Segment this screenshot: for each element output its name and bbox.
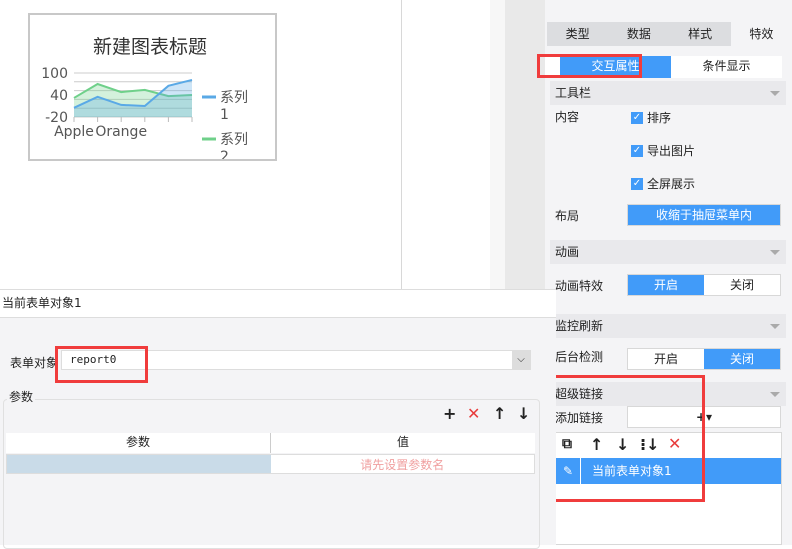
- highlight-box: [55, 346, 148, 383]
- monitor-off[interactable]: 关闭: [704, 349, 780, 369]
- move-down-icon[interactable]: ↓: [517, 404, 530, 423]
- tab-style[interactable]: 样式: [670, 22, 731, 46]
- monitor-on[interactable]: 开启: [628, 349, 704, 369]
- collapse-icon: [770, 324, 780, 329]
- chevron-down-icon[interactable]: ⌵: [512, 351, 530, 369]
- section-animation[interactable]: 动画: [550, 240, 786, 264]
- column-param: 参数: [6, 433, 271, 453]
- legend-label-cont: 2: [220, 149, 229, 159]
- animation-on[interactable]: 开启: [628, 275, 704, 295]
- table-row[interactable]: 请先设置参数名: [6, 454, 535, 474]
- chart-widget[interactable]: 新建图表标题10040-20AppleOrange系列1系列2: [28, 13, 277, 161]
- move-up-icon[interactable]: ↑: [493, 404, 506, 423]
- legend-label-cont: 1: [220, 107, 229, 123]
- x-tick-label: Orange: [95, 124, 147, 140]
- monitor-toggle: 开启关闭: [627, 348, 781, 370]
- legend-label: 系列: [220, 90, 248, 106]
- y-tick-label: 40: [50, 88, 68, 104]
- checkbox-export[interactable]: ✓ 导出图片: [631, 142, 695, 159]
- highlight-box: [547, 375, 705, 502]
- checkbox-label: 排序: [647, 109, 671, 126]
- monitor-label: 后台检测: [555, 348, 603, 365]
- section-title: 监控刷新: [555, 319, 603, 333]
- layout-select[interactable]: 收缩于抽屉菜单内: [627, 204, 781, 226]
- chart-svg: 新建图表标题10040-20AppleOrange系列1系列2: [30, 15, 275, 159]
- param-cell[interactable]: [7, 455, 271, 473]
- column-value: 值: [271, 433, 535, 453]
- legend-label: 系列: [220, 132, 248, 148]
- params-header: 参数 值: [6, 433, 535, 453]
- checkbox-label: 全屏展示: [647, 175, 695, 192]
- animation-off[interactable]: 关闭: [704, 275, 780, 295]
- section-title: 工具栏: [555, 86, 591, 100]
- y-tick-label: 100: [41, 66, 68, 82]
- x-tick-label: Apple: [54, 124, 94, 140]
- params-group: [3, 399, 540, 549]
- section-title: 动画: [555, 245, 579, 259]
- tab-type[interactable]: 类型: [547, 22, 608, 46]
- collapse-icon: [770, 250, 780, 255]
- chart-title: 新建图表标题: [93, 36, 207, 58]
- check-icon: ✓: [631, 145, 643, 157]
- checkbox-fullscreen[interactable]: ✓ 全屏展示: [631, 175, 695, 192]
- property-tabs: 类型 数据 样式 特效: [547, 22, 792, 46]
- properties-panel: 类型 数据 样式 特效 交互属性 条件显示 工具栏 内容 ✓排序 ✓导出图片 ✓…: [545, 0, 792, 545]
- dialog-title: 当前表单对象1: [0, 290, 556, 318]
- animation-toggle: 开启关闭: [627, 274, 781, 296]
- check-icon: ✓: [631, 178, 643, 190]
- section-toolbar[interactable]: 工具栏: [550, 81, 786, 105]
- checkbox-label: 导出图片: [647, 142, 695, 159]
- layout-label: 布局: [555, 207, 579, 224]
- link-dialog: 当前表单对象1 表单对象 report0 ⌵ 参数 + ✕ ↑ ↓ 参数 值 请…: [0, 289, 556, 545]
- delete-icon[interactable]: ✕: [467, 404, 480, 423]
- layout-value: 收缩于抽屉菜单内: [628, 205, 780, 225]
- content-label: 内容: [555, 108, 579, 125]
- highlight-box: [537, 54, 642, 78]
- collapse-icon: [770, 392, 780, 397]
- tab-data[interactable]: 数据: [608, 22, 669, 46]
- collapse-icon: [770, 91, 780, 96]
- section-monitor[interactable]: 监控刷新: [550, 314, 786, 338]
- add-icon[interactable]: +: [443, 404, 456, 423]
- value-cell[interactable]: 请先设置参数名: [271, 455, 535, 473]
- subtab-condition[interactable]: 条件显示: [671, 56, 782, 78]
- params-label: 参数: [7, 388, 35, 405]
- checkbox-sort[interactable]: ✓ 排序: [631, 109, 671, 126]
- tab-effects[interactable]: 特效: [731, 22, 792, 46]
- form-object-label: 表单对象: [10, 354, 58, 371]
- check-icon: ✓: [631, 112, 643, 124]
- animation-label: 动画特效: [555, 277, 603, 294]
